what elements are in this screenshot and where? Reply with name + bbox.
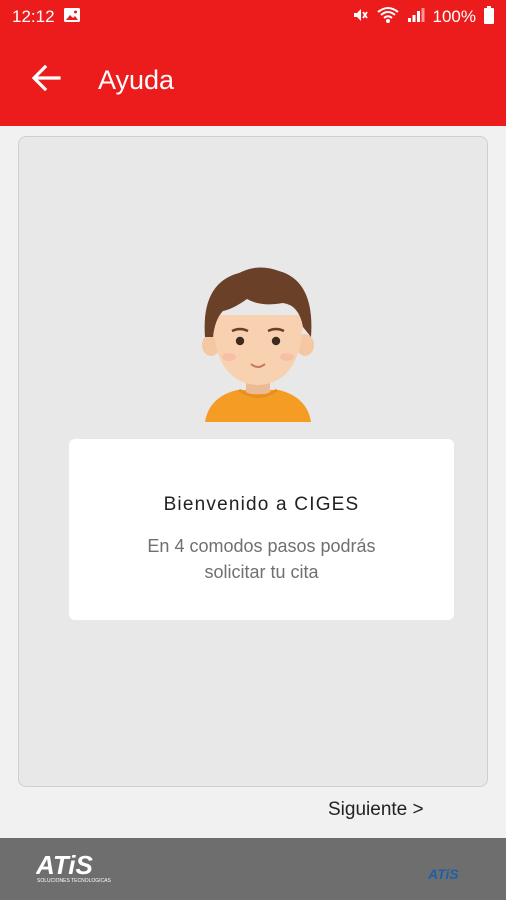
atis-small-logo: ATiS (427, 866, 476, 882)
status-bar: 12:12 100% (0, 0, 506, 34)
welcome-subtitle: En 4 comodos pasos podrás solicitar tu c… (69, 533, 454, 585)
mute-icon (351, 6, 369, 29)
welcome-box: Bienvenido a CIGES En 4 comodos pasos po… (69, 439, 454, 620)
battery-icon (484, 5, 494, 29)
page-title: Ayuda (98, 64, 175, 95)
status-left: 12:12 (12, 7, 81, 28)
wifi-icon (376, 6, 399, 29)
arrow-left-icon (30, 62, 62, 99)
boy-avatar-illustration (199, 265, 317, 425)
atis-logo: ATiS SOLUCIONES TECNOLOGICAS (35, 850, 136, 884)
atis-small-logo-text: ATiS (428, 866, 459, 882)
signal-icon (407, 7, 425, 28)
battery-level: 100% (432, 7, 476, 26)
welcome-title: Bienvenido a CIGES (163, 494, 360, 515)
welcome-subtitle-line2: solicitar tu cita (204, 562, 319, 582)
next-button[interactable]: Siguiente > (328, 799, 424, 821)
atis-logo-tagline: SOLUCIONES TECNOLOGICAS (37, 878, 111, 884)
back-button[interactable] (14, 48, 78, 112)
image-icon (63, 7, 81, 28)
status-right: 100% (351, 5, 494, 29)
atis-logo-text: ATiS (36, 852, 93, 880)
footer: ATiS SOLUCIONES TECNOLOGICAS ATiS (0, 838, 506, 900)
welcome-subtitle-line1: En 4 comodos pasos podrás (147, 536, 376, 556)
status-time: 12:12 (12, 7, 55, 26)
app-bar: Ayuda (0, 34, 506, 126)
help-card: Bienvenido a CIGES En 4 comodos pasos po… (18, 136, 488, 787)
